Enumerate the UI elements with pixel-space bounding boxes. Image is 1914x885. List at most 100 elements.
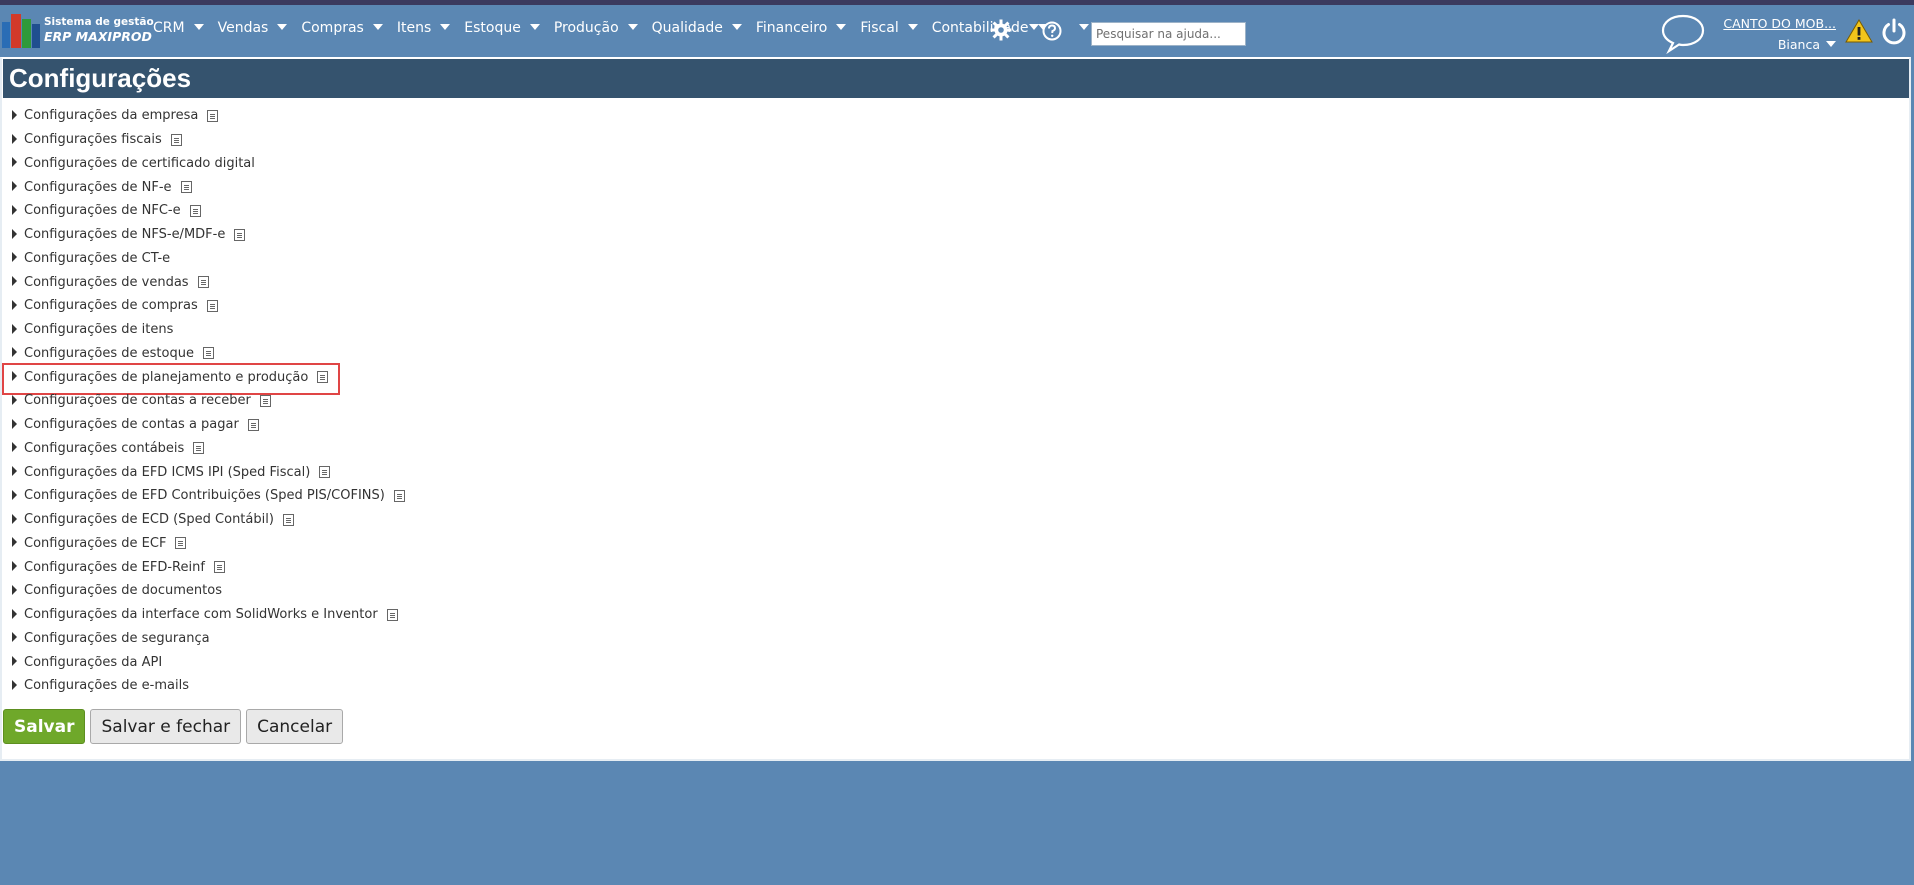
document-icon[interactable] <box>207 109 219 122</box>
settings-item-label[interactable]: Configurações da API <box>24 655 162 670</box>
document-icon[interactable] <box>193 442 205 455</box>
settings-item-label[interactable]: Configurações de ECF <box>24 536 166 551</box>
menu-fiscal[interactable]: Fiscal <box>860 20 918 36</box>
expand-triangle-icon[interactable] <box>12 394 17 405</box>
settings-list-item[interactable]: Configurações de ECF <box>12 532 405 556</box>
menu-qualidade[interactable]: Qualidade <box>652 20 742 36</box>
help-search-input[interactable] <box>1091 22 1246 46</box>
document-icon[interactable] <box>197 276 209 289</box>
settings-item-label[interactable]: Configurações de documentos <box>24 583 222 598</box>
expand-triangle-icon[interactable] <box>12 157 17 168</box>
settings-list-item[interactable]: Configurações de CT-e <box>12 247 405 271</box>
app-logo[interactable]: Sistema de gestão ERP MAXIPROD <box>2 14 154 48</box>
settings-list-item[interactable]: Configurações de compras <box>12 294 405 318</box>
settings-item-label[interactable]: Configurações de certificado digital <box>24 156 255 171</box>
expand-triangle-icon[interactable] <box>12 537 17 548</box>
expand-triangle-icon[interactable] <box>12 347 17 358</box>
gear-caret-icon[interactable] <box>1029 24 1039 30</box>
expand-triangle-icon[interactable] <box>12 679 17 690</box>
settings-list-item[interactable]: Configurações contábeis <box>12 437 405 461</box>
expand-triangle-icon[interactable] <box>12 584 17 595</box>
document-icon[interactable] <box>386 608 398 621</box>
expand-triangle-icon[interactable] <box>12 181 17 192</box>
expand-triangle-icon[interactable] <box>12 228 17 239</box>
settings-item-label[interactable]: Configurações de e-mails <box>24 678 189 693</box>
expand-triangle-icon[interactable] <box>12 489 17 500</box>
expand-triangle-icon[interactable] <box>12 276 17 287</box>
settings-list-item[interactable]: Configurações de certificado digital <box>12 152 405 176</box>
document-icon[interactable] <box>170 133 182 146</box>
settings-item-label[interactable]: Configurações da interface com SolidWork… <box>24 607 378 622</box>
settings-list-item[interactable]: Configurações de segurança <box>12 627 405 651</box>
settings-item-label[interactable]: Configurações de CT-e <box>24 251 170 266</box>
document-icon[interactable] <box>180 181 192 194</box>
settings-list-item[interactable]: Configurações de documentos <box>12 579 405 603</box>
settings-list-item[interactable]: Configurações da EFD ICMS IPI (Sped Fisc… <box>12 460 405 484</box>
settings-list-item[interactable]: Configurações de vendas <box>12 270 405 294</box>
document-icon[interactable] <box>259 394 271 407</box>
settings-item-label[interactable]: Configurações da EFD ICMS IPI (Sped Fisc… <box>24 465 310 480</box>
expand-triangle-icon[interactable] <box>12 109 17 120</box>
settings-item-label[interactable]: Configurações de contas a receber <box>24 393 251 408</box>
settings-list-item[interactable]: Configurações de estoque <box>12 342 405 366</box>
menu-crm[interactable]: CRM <box>153 20 204 36</box>
expand-triangle-icon[interactable] <box>12 608 17 619</box>
settings-item-label[interactable]: Configurações de segurança <box>24 631 210 646</box>
help-icon[interactable] <box>1041 20 1063 42</box>
settings-list-item[interactable]: Configurações de EFD-Reinf <box>12 555 405 579</box>
expand-triangle-icon[interactable] <box>12 204 17 215</box>
settings-item-label[interactable]: Configurações de compras <box>24 298 198 313</box>
gear-icon[interactable] <box>989 18 1013 42</box>
settings-item-label[interactable]: Configurações de NFS-e/MDF-e <box>24 227 225 242</box>
menu-itens[interactable]: Itens <box>397 20 451 36</box>
expand-triangle-icon[interactable] <box>12 418 17 429</box>
expand-triangle-icon[interactable] <box>12 442 17 453</box>
document-icon[interactable] <box>189 204 201 217</box>
chat-icon[interactable] <box>1660 12 1706 54</box>
settings-list-item[interactable]: Configurações da API <box>12 650 405 674</box>
settings-item-label[interactable]: Configurações fiscais <box>24 132 162 147</box>
user-menu[interactable]: Bianca <box>1778 37 1836 52</box>
document-icon[interactable] <box>282 513 294 526</box>
expand-triangle-icon[interactable] <box>12 632 17 643</box>
settings-item-label[interactable]: Configurações da empresa <box>24 108 198 123</box>
save-button[interactable]: Salvar <box>3 709 86 744</box>
settings-item-label[interactable]: Configurações de ECD (Sped Contábil) <box>24 512 274 527</box>
menu-estoque[interactable]: Estoque <box>464 20 540 36</box>
expand-triangle-icon[interactable] <box>12 252 17 263</box>
settings-item-label[interactable]: Configurações de contas a pagar <box>24 417 239 432</box>
menu-compras[interactable]: Compras <box>301 20 383 36</box>
save-close-button[interactable]: Salvar e fechar <box>90 709 242 744</box>
expand-triangle-icon[interactable] <box>12 323 17 334</box>
document-icon[interactable] <box>206 299 218 312</box>
settings-list-item[interactable]: Configurações de itens <box>12 318 405 342</box>
document-icon[interactable] <box>393 489 405 502</box>
settings-list-item[interactable]: Configurações de NFC-e <box>12 199 405 223</box>
cancel-button[interactable]: Cancelar <box>246 709 344 744</box>
settings-item-label[interactable]: Configurações de EFD Contribuições (Sped… <box>24 488 385 503</box>
document-icon[interactable] <box>213 561 225 574</box>
expand-triangle-icon[interactable] <box>12 299 17 310</box>
settings-item-label[interactable]: Configurações de NF-e <box>24 180 172 195</box>
settings-list-item[interactable]: Configurações de EFD Contribuições (Sped… <box>12 484 405 508</box>
expand-triangle-icon[interactable] <box>12 133 17 144</box>
document-icon[interactable] <box>175 537 187 550</box>
power-icon[interactable] <box>1879 17 1909 47</box>
menu-financeiro[interactable]: Financeiro <box>756 20 847 36</box>
settings-list-item[interactable]: Configurações de NF-e <box>12 175 405 199</box>
settings-list-item[interactable]: Configurações de contas a pagar <box>12 413 405 437</box>
settings-list-item[interactable]: Configurações de planejamento e produção <box>2 363 405 396</box>
menu-vendas[interactable]: Vendas <box>218 20 288 36</box>
document-icon[interactable] <box>319 466 331 479</box>
settings-item-label[interactable]: Configurações de NFC-e <box>24 203 181 218</box>
document-icon[interactable] <box>247 418 259 431</box>
settings-item-label[interactable]: Configurações de EFD-Reinf <box>24 560 205 575</box>
help-caret-icon[interactable] <box>1079 24 1089 30</box>
expand-triangle-icon[interactable] <box>12 513 17 524</box>
settings-list-item[interactable]: Configurações de e-mails <box>12 674 405 698</box>
settings-list-item[interactable]: Configurações da interface com SolidWork… <box>12 603 405 627</box>
expand-triangle-icon[interactable] <box>12 656 17 667</box>
document-icon[interactable] <box>234 228 246 241</box>
settings-list-item[interactable]: Configurações de ECD (Sped Contábil) <box>12 508 405 532</box>
settings-item-label[interactable]: Configurações de itens <box>24 322 173 337</box>
